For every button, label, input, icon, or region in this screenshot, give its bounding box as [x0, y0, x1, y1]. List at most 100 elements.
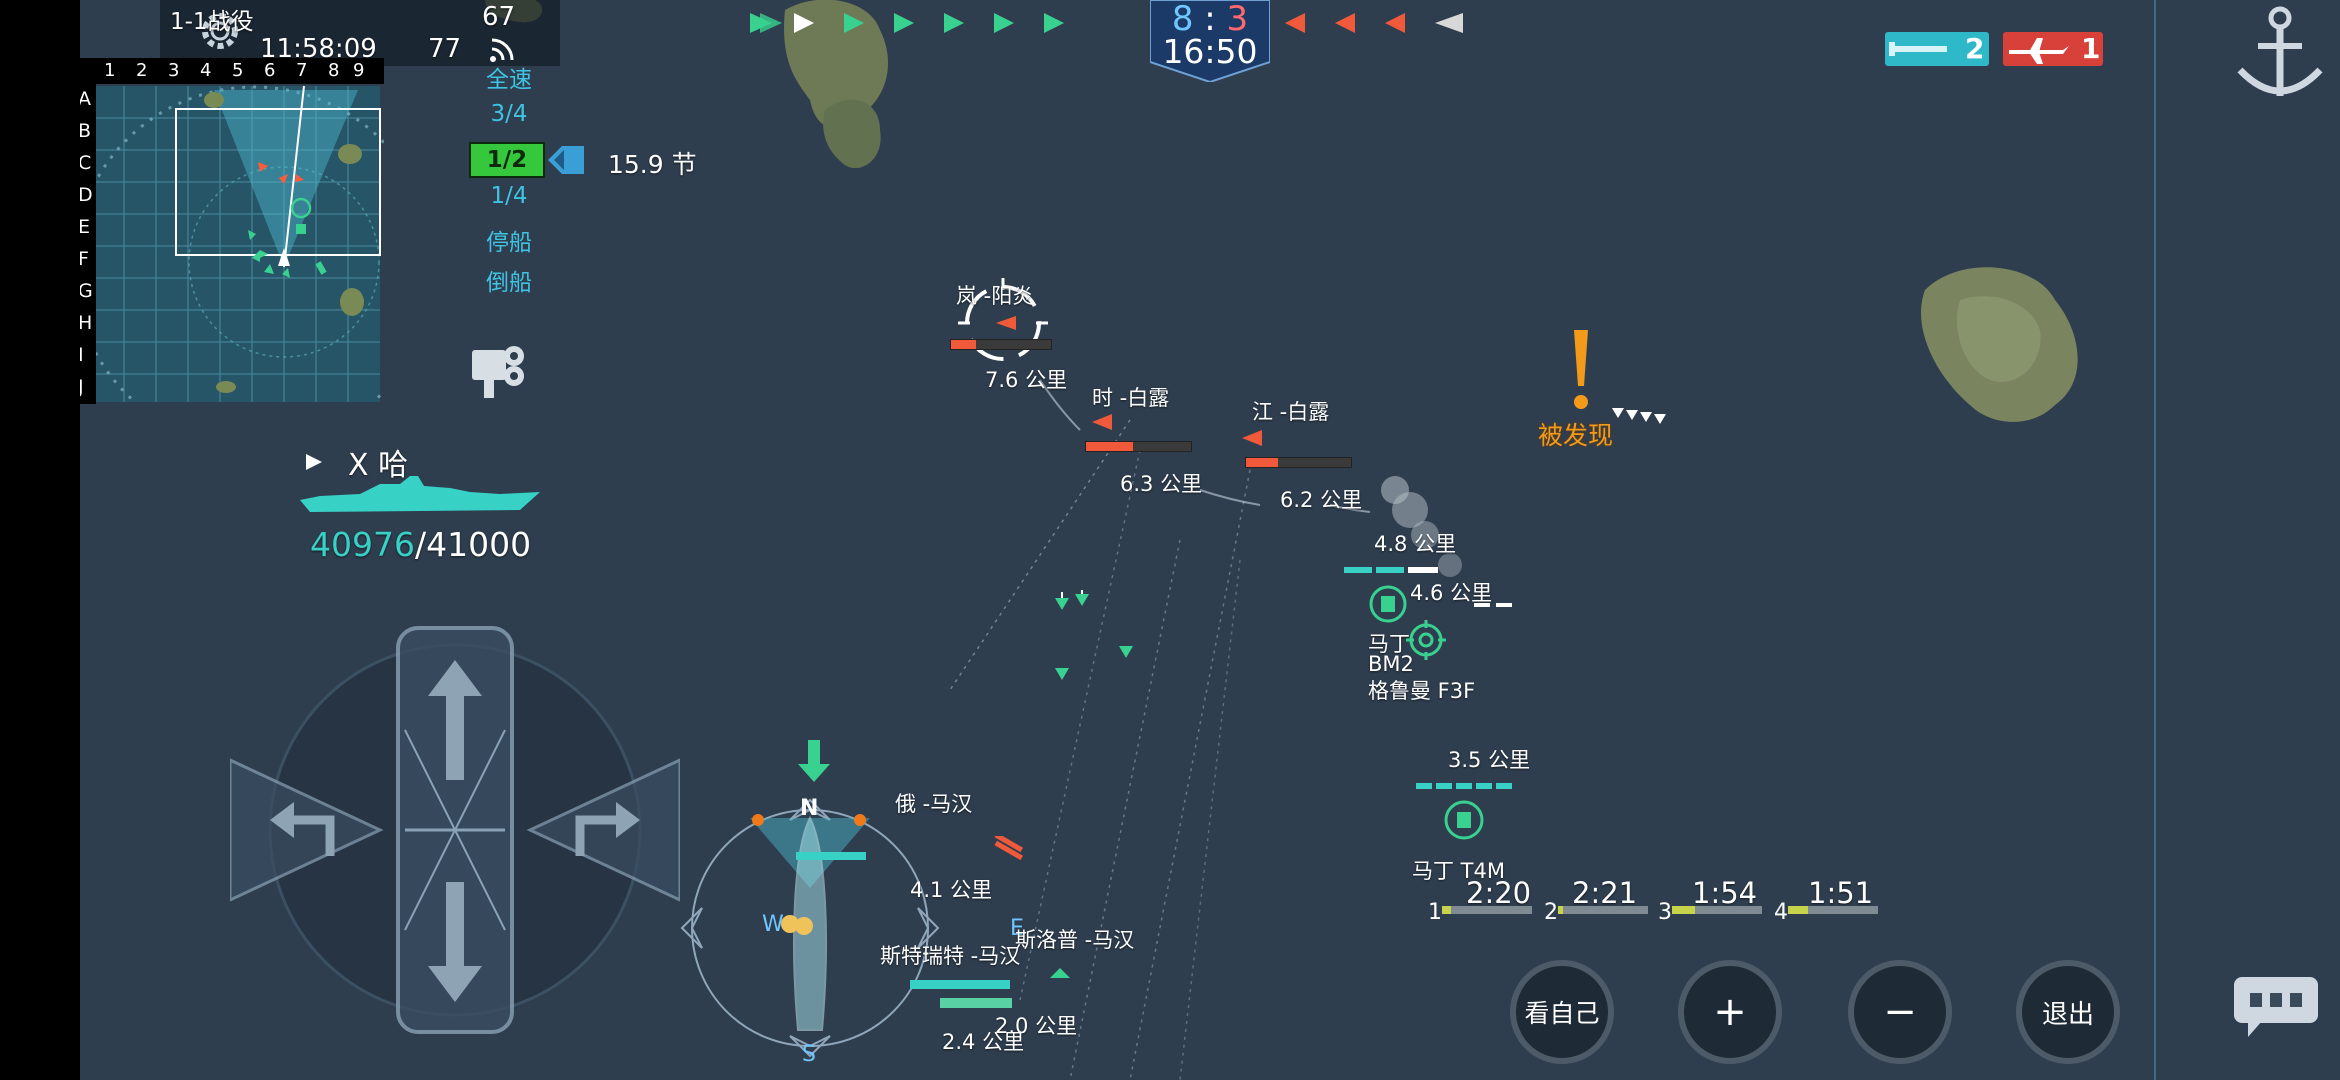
- player-play-icon: [304, 452, 324, 472]
- near-ship-distance: 4.1 公里: [910, 878, 993, 902]
- reload-index: 3: [1658, 900, 1672, 925]
- reload-fill: [1442, 906, 1451, 914]
- near-ship-name: 斯特瑞特 -马汉: [880, 944, 1021, 968]
- enemy-hp-fill: [1086, 442, 1134, 451]
- reload-timer-1: 1 2:20: [1428, 876, 1552, 925]
- aircraft-squad-icon: [1608, 404, 1678, 444]
- scoreboard: 8 : 3 16:50: [1149, 0, 1271, 84]
- enemy-distance: 6.3 公里: [1120, 472, 1203, 496]
- player-hp-current: 40976: [310, 525, 415, 564]
- ping: 77: [428, 34, 462, 64]
- minimap-col-label: 8: [328, 60, 340, 81]
- camera-icon[interactable]: [470, 340, 532, 400]
- near-ship-name: 俄 -马汉: [895, 792, 973, 816]
- speed-three-quarter[interactable]: 3/4: [469, 101, 549, 127]
- turn-left-icon[interactable]: [270, 798, 340, 858]
- torpedo-counter: 2: [1885, 32, 1989, 66]
- enemy-hp-fill: [951, 340, 976, 349]
- reload-time: 2:20: [1466, 876, 1532, 910]
- reload-index: 4: [1774, 900, 1788, 925]
- minimap[interactable]: 1 2 3 4 5 6 7 8 9 10 A B C D E F G H I J: [80, 58, 436, 449]
- minimap-row-label: B: [80, 120, 92, 142]
- minimap-col-label: 2: [136, 60, 148, 81]
- current-speed: 15.9 节: [608, 150, 697, 179]
- minimap-col-label: 7: [296, 60, 308, 81]
- reload-fill: [1558, 906, 1563, 914]
- minimap-row-label: A: [80, 88, 91, 110]
- enemy-hp-bar: [950, 339, 1052, 350]
- speed-stop[interactable]: 停船: [469, 223, 549, 257]
- aircraft-label: 格鲁曼 F3F: [1368, 679, 1476, 703]
- reload-fill: [1672, 906, 1695, 914]
- minimap-col-label: 1: [104, 60, 116, 81]
- team-enemy-icons: [1285, 8, 1555, 38]
- team-ally-icons: [750, 8, 1130, 38]
- reload-bar: [1672, 906, 1762, 914]
- aircraft-count: 1: [2081, 32, 2101, 65]
- minimap-row-label: G: [80, 280, 93, 302]
- detected-alert-icon: [1566, 330, 1596, 412]
- reload-fill: [1788, 906, 1808, 914]
- speed-reverse[interactable]: 倒船: [469, 263, 549, 297]
- backward-arrow-icon[interactable]: [428, 882, 482, 1002]
- zoom-in-button[interactable]: +: [1678, 960, 1782, 1064]
- reload-bar: [1788, 906, 1878, 914]
- speed-half[interactable]: 1/2: [469, 142, 545, 178]
- ally-fleet-bars: [1344, 560, 1444, 573]
- near-ship-name: 斯洛普 -马汉: [1015, 928, 1135, 952]
- minimap-col-label: 9: [353, 60, 365, 81]
- exit-button[interactable]: 退出: [2016, 960, 2120, 1064]
- speed-full[interactable]: 全速: [469, 60, 549, 94]
- minimap-grid: [80, 85, 436, 449]
- detected-label: 被发现: [1538, 421, 1614, 450]
- minimap-col-label: 6: [264, 60, 276, 81]
- enemy-marker-icon: [1240, 428, 1264, 448]
- player-hp-max: /41000: [414, 525, 532, 564]
- turn-right-icon[interactable]: [570, 798, 640, 858]
- fps: 67: [482, 2, 516, 32]
- island-top-lower: [823, 99, 881, 169]
- forward-arrow-icon[interactable]: [428, 660, 482, 780]
- crew-hands-icon: [778, 910, 818, 940]
- enemy-marker-icon: [1090, 412, 1114, 432]
- anchor-icon[interactable]: [2230, 0, 2330, 110]
- minimap-row-label: I: [80, 344, 84, 366]
- minimap-row-label: H: [80, 312, 93, 334]
- speed-quarter[interactable]: 1/4: [469, 183, 549, 209]
- chat-icon[interactable]: [2232, 975, 2320, 1039]
- torpedo-icon: [1889, 42, 1947, 56]
- enemy-name: 江 -白露: [1252, 400, 1330, 424]
- compass-north: N: [800, 796, 819, 821]
- ally-carrier-icon[interactable]: [1368, 584, 1408, 624]
- reload-time: 2:21: [1572, 876, 1638, 910]
- aircraft-counter: 1: [2003, 32, 2103, 66]
- compass-south: S: [802, 1042, 816, 1067]
- ally-squad-bars: [1416, 776, 1526, 789]
- player-hp: 40976/41000: [310, 525, 531, 564]
- reload-timer-2: 2 2:21: [1544, 876, 1668, 925]
- zoom-out-button[interactable]: −: [1848, 960, 1952, 1064]
- steering-pad[interactable]: [228, 620, 682, 1040]
- reload-time: 1:54: [1692, 876, 1758, 910]
- reload-bar: [1558, 906, 1648, 914]
- reload-timer-4: 4 1:51: [1774, 876, 1898, 925]
- aircraft-label: BM2: [1368, 652, 1414, 676]
- speed-pointer-icon: [548, 146, 584, 174]
- enemy-distance: 7.6 公里: [985, 368, 1068, 392]
- minimap-col-label: 3: [168, 60, 180, 81]
- minimap-row-label: D: [80, 184, 93, 206]
- minimap-col-label: 5: [232, 60, 244, 81]
- enemy-name: 岚 -阳炎: [956, 284, 1034, 308]
- minimap-row-label: F: [80, 248, 89, 270]
- view-self-button[interactable]: 看自己: [1510, 960, 1614, 1064]
- ally-bomber-icon[interactable]: [1442, 798, 1486, 842]
- match-timer: 16:50: [1162, 32, 1258, 71]
- minimap-row-label: E: [80, 216, 91, 238]
- torpedo-count: 2: [1965, 32, 1985, 65]
- near-ship-distance: 2.4 公里: [942, 1030, 1025, 1054]
- minimap-col-label: 4: [200, 60, 212, 81]
- enemy-distance: 6.2 公里: [1280, 488, 1363, 512]
- aircraft-icon: [2009, 38, 2069, 64]
- ally-distance: 4.8 公里: [1374, 532, 1457, 556]
- enemy-hp-fill: [1246, 458, 1278, 467]
